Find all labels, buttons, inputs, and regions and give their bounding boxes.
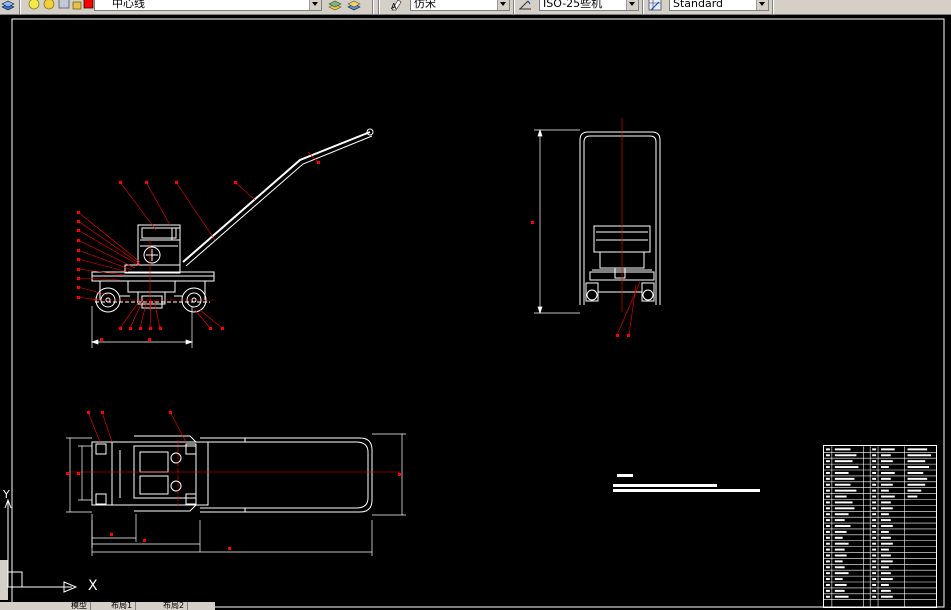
chevron-down-icon[interactable] [626,0,638,10]
properties-toolbar: 中心线 A 仿宋 ISO-25些机 Standard [0,0,951,15]
svg-text:A: A [391,2,397,11]
layer-on-bulb-icon[interactable] [27,0,41,12]
ucs-icon [4,498,78,593]
table-style-icon[interactable] [648,0,662,12]
side-view [91,128,374,313]
dimension-style-combo[interactable]: ISO-25些机 [539,0,639,11]
parts-list-table [823,445,937,608]
lawn-mower-assembly-drawing [11,18,945,608]
layer-viewport-freeze-icon[interactable] [57,0,71,12]
dimension-style-value: ISO-25些机 [543,0,603,10]
table-style-combo[interactable]: Standard [669,0,769,11]
top-view [91,435,373,513]
drawing-border [11,18,945,608]
chevron-down-icon[interactable] [497,0,509,10]
drawing-canvas[interactable] [0,15,951,610]
ucs-y-label: Y [3,488,10,501]
chevron-down-icon[interactable] [756,0,768,10]
layer-control-combo[interactable]: 中心线 [94,0,322,11]
text-style-value: 仿宋 [414,0,436,10]
make-object-layer-current-icon[interactable] [328,0,342,12]
top-view-dimensions [66,433,406,556]
layout-tabs: 模型 布局1 布局2 [0,602,215,610]
layer-manager-icon[interactable] [1,0,15,12]
front-view [579,131,661,305]
tab-layout2[interactable]: 布局2 [160,602,189,610]
technical-notes [613,474,760,492]
table-style-value: Standard [673,0,724,10]
front-view-dimension [534,128,580,315]
dimension-style-icon[interactable] [518,0,532,12]
layer-name: 中心线 [112,0,145,10]
text-style-icon[interactable]: A [390,0,404,12]
tab-model[interactable]: 模型 [68,602,91,610]
chevron-down-icon[interactable] [309,0,321,10]
ucs-x-label: X [88,578,98,594]
tab-layout1[interactable]: 布局1 [108,602,137,610]
text-style-combo[interactable]: 仿宋 [410,0,510,11]
layer-freeze-sun-icon[interactable] [42,0,56,12]
layer-previous-icon[interactable] [347,0,361,12]
